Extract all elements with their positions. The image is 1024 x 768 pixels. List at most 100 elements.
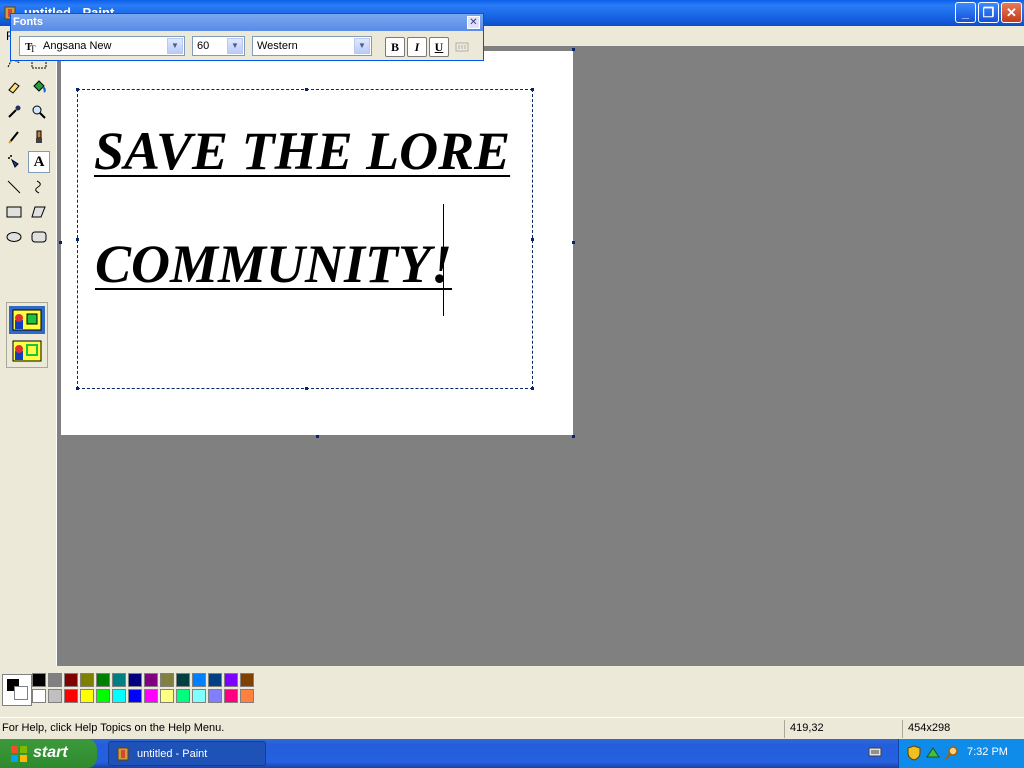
network-icon[interactable] bbox=[925, 745, 941, 761]
selection-handle[interactable] bbox=[531, 238, 534, 241]
selection-handle[interactable] bbox=[305, 88, 308, 91]
rectangle-icon bbox=[6, 206, 22, 218]
palette-swatch[interactable] bbox=[80, 673, 94, 687]
text-tool[interactable]: A bbox=[28, 151, 50, 173]
palette-swatch[interactable] bbox=[112, 673, 126, 687]
vertical-text-icon[interactable] bbox=[455, 41, 469, 53]
font-size-select[interactable]: 60 ▼ bbox=[192, 36, 245, 56]
canvas-resize-handle-bottom[interactable] bbox=[316, 435, 319, 438]
tool-box: A bbox=[0, 46, 57, 666]
bold-button[interactable]: B bbox=[385, 37, 405, 57]
text-tool-icon: A bbox=[33, 153, 45, 170]
transparent-background-option[interactable] bbox=[9, 337, 45, 365]
pencil-tool[interactable] bbox=[3, 126, 25, 148]
selection-handle[interactable] bbox=[76, 387, 79, 390]
palette-swatch[interactable] bbox=[224, 689, 238, 703]
minimize-button[interactable]: _ bbox=[955, 2, 976, 23]
palette-swatch[interactable] bbox=[208, 673, 222, 687]
palette-swatch[interactable] bbox=[240, 689, 254, 703]
selection-handle[interactable] bbox=[531, 387, 534, 390]
selection-handle[interactable] bbox=[76, 238, 79, 241]
selection-handle[interactable] bbox=[76, 88, 79, 91]
chevron-down-icon[interactable]: ▼ bbox=[354, 38, 370, 54]
fonts-toolbar-close-button[interactable]: ✕ bbox=[467, 16, 480, 29]
font-size-value: 60 bbox=[197, 40, 210, 52]
palette-swatch[interactable] bbox=[128, 673, 142, 687]
eraser-icon bbox=[8, 82, 20, 94]
palette-swatch[interactable] bbox=[144, 689, 158, 703]
palette-swatch[interactable] bbox=[32, 689, 46, 703]
text-cursor bbox=[443, 204, 444, 316]
status-separator bbox=[784, 720, 785, 738]
close-button[interactable]: ✕ bbox=[1001, 2, 1022, 23]
palette-swatch[interactable] bbox=[96, 673, 110, 687]
taskbar-item-paint[interactable]: untitled - Paint bbox=[108, 741, 266, 766]
rounded-rectangle-icon bbox=[31, 231, 47, 243]
brush-tool[interactable] bbox=[28, 126, 50, 148]
palette-swatch[interactable] bbox=[160, 673, 174, 687]
palette-swatch[interactable] bbox=[48, 673, 62, 687]
brush-icon bbox=[36, 130, 42, 143]
script-select[interactable]: Western ▼ bbox=[252, 36, 372, 56]
palette-swatch[interactable] bbox=[112, 689, 126, 703]
canvas-text-line-2[interactable]: COMMUNITY! bbox=[95, 233, 452, 295]
ellipse-tool[interactable] bbox=[3, 226, 25, 248]
background-color[interactable] bbox=[14, 686, 28, 700]
status-separator bbox=[902, 720, 903, 738]
clock[interactable]: 7:32 PM bbox=[967, 746, 1008, 758]
palette-swatch[interactable] bbox=[192, 689, 206, 703]
eraser-tool[interactable] bbox=[3, 76, 25, 98]
palette-swatch[interactable] bbox=[64, 673, 78, 687]
selection-handle[interactable] bbox=[305, 387, 308, 390]
line-icon bbox=[7, 180, 21, 194]
pencil-icon bbox=[8, 131, 19, 144]
palette-swatch[interactable] bbox=[160, 689, 174, 703]
palette-swatch[interactable] bbox=[128, 689, 142, 703]
line-tool[interactable] bbox=[3, 176, 25, 198]
palette-swatch[interactable] bbox=[32, 673, 46, 687]
canvas-resize-handle-left bbox=[59, 241, 62, 244]
curve-tool[interactable] bbox=[28, 176, 50, 198]
palette-swatch[interactable] bbox=[224, 673, 238, 687]
italic-button[interactable]: I bbox=[407, 37, 427, 57]
start-button[interactable]: start bbox=[0, 739, 97, 768]
palette-swatch[interactable] bbox=[192, 673, 206, 687]
ellipse-icon bbox=[6, 232, 22, 242]
keyboard-icon[interactable] bbox=[868, 746, 882, 758]
fonts-toolbar: Fonts ✕ TT Angsana New ▼ 60 ▼ Western ▼ … bbox=[10, 13, 484, 61]
palette-swatch[interactable] bbox=[48, 689, 62, 703]
polygon-tool[interactable] bbox=[28, 201, 50, 223]
palette-swatch[interactable] bbox=[80, 689, 94, 703]
palette-swatch[interactable] bbox=[64, 689, 78, 703]
palette-swatch[interactable] bbox=[176, 673, 190, 687]
rectangle-tool[interactable] bbox=[3, 201, 25, 223]
magnifier-tool[interactable] bbox=[28, 101, 50, 123]
canvas-resize-handle-right[interactable] bbox=[572, 241, 575, 244]
canvas-resize-handle-corner[interactable] bbox=[572, 435, 575, 438]
opaque-background-option[interactable] bbox=[9, 306, 45, 334]
fill-tool[interactable] bbox=[28, 76, 50, 98]
maximize-button[interactable]: ❐ bbox=[978, 2, 999, 23]
palette-swatch[interactable] bbox=[240, 673, 254, 687]
search-icon[interactable] bbox=[944, 745, 960, 761]
palette-swatch[interactable] bbox=[96, 689, 110, 703]
airbrush-tool[interactable] bbox=[3, 151, 25, 173]
canvas-text-line-1[interactable]: SAVE THE LORE bbox=[94, 120, 510, 182]
truetype-font-icon: TT bbox=[25, 41, 36, 52]
chevron-down-icon[interactable]: ▼ bbox=[167, 38, 183, 54]
palette-swatch[interactable] bbox=[176, 689, 190, 703]
palette-swatch[interactable] bbox=[208, 689, 222, 703]
selection-handle[interactable] bbox=[531, 88, 534, 91]
fonts-toolbar-title: Fonts bbox=[13, 16, 43, 28]
underline-button[interactable]: U bbox=[429, 37, 449, 57]
system-tray: 7:32 PM bbox=[898, 739, 1024, 768]
palette-swatch[interactable] bbox=[144, 673, 158, 687]
fonts-toolbar-titlebar[interactable]: Fonts ✕ bbox=[11, 14, 483, 31]
font-name-select[interactable]: TT Angsana New ▼ bbox=[19, 36, 185, 56]
canvas-resize-handle-top-right[interactable] bbox=[572, 48, 575, 51]
polygon-icon bbox=[31, 206, 46, 218]
rounded-rect-tool[interactable] bbox=[28, 226, 50, 248]
security-shield-icon[interactable] bbox=[906, 745, 922, 761]
chevron-down-icon[interactable]: ▼ bbox=[227, 38, 243, 54]
color-picker-tool[interactable] bbox=[3, 101, 25, 123]
